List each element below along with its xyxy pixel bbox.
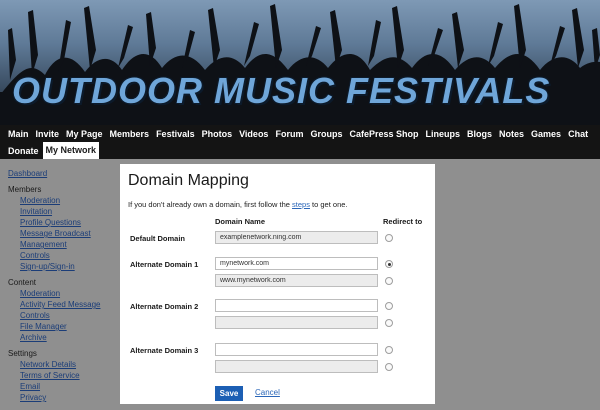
redirect-radio-alt1[interactable]: [385, 260, 393, 268]
sidebar-link-profile-questions[interactable]: Profile Questions: [20, 217, 120, 228]
cancel-link[interactable]: Cancel: [255, 388, 280, 397]
intro-text-before: If you don't already own a domain, first…: [128, 200, 293, 209]
nav-item-blogs[interactable]: Blogs: [467, 129, 492, 139]
sidebar-link-content-moderation[interactable]: Moderation: [20, 288, 120, 299]
domain-name-column-header: Domain Name: [215, 217, 266, 226]
alternate-domain-2-www-field: [215, 316, 378, 329]
sidebar-link-privacy[interactable]: Privacy: [20, 392, 120, 403]
sidebar-link-invitation[interactable]: Invitation: [20, 206, 120, 217]
intro-text-after: to get one.: [309, 200, 348, 209]
alternate-domain-3-www-field: [215, 360, 378, 373]
sidebar-link-file-manager[interactable]: File Manager: [20, 321, 120, 332]
alternate-domain-2-label: Alternate Domain 2: [130, 302, 199, 311]
redirect-radio-alt1-www[interactable]: [385, 277, 393, 285]
main-nav: Main Invite My Page Members Festivals Ph…: [0, 125, 600, 159]
default-domain-label: Default Domain: [130, 234, 186, 243]
alternate-domain-2-field[interactable]: [215, 299, 378, 312]
sidebar-heading-content: Content: [8, 278, 37, 287]
nav-item-groups[interactable]: Groups: [310, 129, 342, 139]
sidebar-link-dashboard[interactable]: Dashboard: [8, 168, 120, 179]
sidebar-link-archive[interactable]: Archive: [20, 332, 120, 343]
save-button[interactable]: Save: [215, 386, 243, 401]
sidebar-link-email[interactable]: Email: [20, 381, 120, 392]
nav-item-main[interactable]: Main: [8, 129, 29, 139]
nav-item-cafepress-shop[interactable]: CafePress Shop: [349, 129, 418, 139]
alternate-domain-3-field[interactable]: [215, 343, 378, 356]
site-title[interactable]: OUTDOOR MUSIC FESTIVALS: [12, 70, 550, 112]
sidebar-heading-settings: Settings: [8, 349, 37, 358]
sidebar-link-content-controls[interactable]: Controls: [20, 310, 120, 321]
dialog-title: Domain Mapping: [128, 172, 249, 189]
nav-item-forum[interactable]: Forum: [275, 129, 303, 139]
nav-item-invite[interactable]: Invite: [36, 129, 60, 139]
admin-sidebar: Dashboard Members Moderation Invitation …: [0, 159, 120, 410]
sidebar-link-signup-signin[interactable]: Sign-up/Sign-in: [20, 261, 120, 272]
nav-row-1: Main Invite My Page Members Festivals Ph…: [0, 125, 600, 142]
redirect-radio-alt2[interactable]: [385, 302, 393, 310]
nav-item-games[interactable]: Games: [531, 129, 561, 139]
alternate-domain-1-www-field: [215, 274, 378, 287]
nav-item-donate[interactable]: Donate: [8, 146, 39, 156]
steps-link[interactable]: steps: [292, 200, 310, 209]
dialog-intro: If you don't already own a domain, first…: [128, 200, 427, 209]
sidebar-link-management[interactable]: Management: [20, 239, 120, 250]
nav-item-videos[interactable]: Videos: [239, 129, 268, 139]
redirect-column-header: Redirect to: [383, 217, 423, 226]
nav-item-my-page[interactable]: My Page: [66, 129, 103, 139]
sidebar-content-group: Moderation Activity Feed Message Control…: [8, 288, 120, 343]
redirect-radio-default[interactable]: [385, 234, 393, 242]
alternate-domain-1-field[interactable]: [215, 257, 378, 270]
nav-item-festivals[interactable]: Festivals: [156, 129, 195, 139]
alternate-domain-3-label: Alternate Domain 3: [130, 346, 199, 355]
sidebar-settings-group: Network Details Terms of Service Email P…: [8, 359, 120, 403]
sidebar-link-message-broadcast[interactable]: Message Broadcast: [20, 228, 120, 239]
nav-item-notes[interactable]: Notes: [499, 129, 524, 139]
sidebar-link-network-details[interactable]: Network Details: [20, 359, 120, 370]
nav-item-chat[interactable]: Chat: [568, 129, 588, 139]
nav-row-2: Donate My Network: [0, 142, 600, 159]
nav-item-photos[interactable]: Photos: [202, 129, 233, 139]
site-banner: OUTDOOR MUSIC FESTIVALS: [0, 0, 600, 125]
nav-item-members[interactable]: Members: [110, 129, 150, 139]
default-domain-field: [215, 231, 378, 244]
redirect-radio-alt3[interactable]: [385, 346, 393, 354]
sidebar-link-activity-feed-message[interactable]: Activity Feed Message: [20, 299, 120, 310]
sidebar-link-members-controls[interactable]: Controls: [20, 250, 120, 261]
sidebar-members-group: Moderation Invitation Profile Questions …: [8, 195, 120, 272]
redirect-radio-alt3-www[interactable]: [385, 363, 393, 371]
domain-mapping-dialog: Domain Mapping If you don't already own …: [120, 164, 435, 404]
nav-item-lineups[interactable]: Lineups: [426, 129, 461, 139]
nav-item-my-network[interactable]: My Network: [42, 142, 100, 159]
alternate-domain-1-label: Alternate Domain 1: [130, 260, 199, 269]
sidebar-link-terms-of-service[interactable]: Terms of Service: [20, 370, 120, 381]
sidebar-link-members-moderation[interactable]: Moderation: [20, 195, 120, 206]
redirect-radio-alt2-www[interactable]: [385, 319, 393, 327]
sidebar-heading-members: Members: [8, 185, 42, 194]
